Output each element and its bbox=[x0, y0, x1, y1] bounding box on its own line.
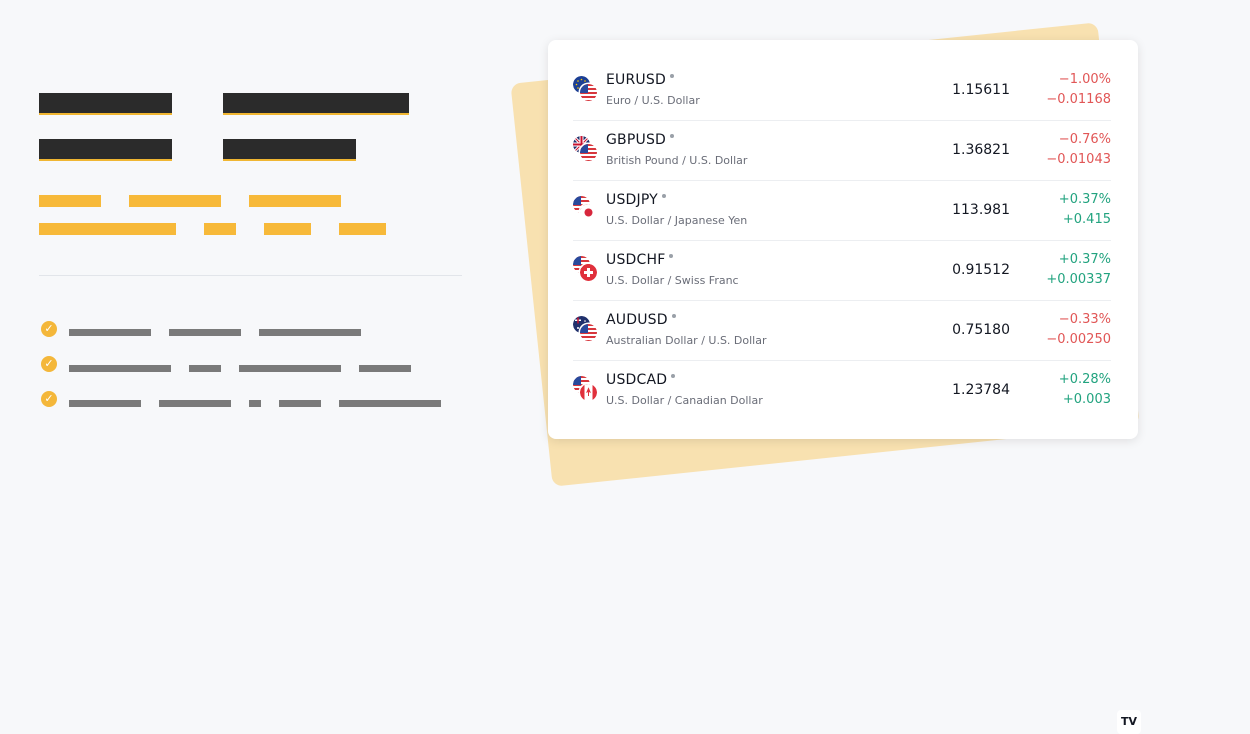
market-status-dot bbox=[671, 374, 676, 378]
redacted-list-text bbox=[259, 329, 361, 336]
market-status-dot bbox=[671, 314, 676, 318]
redacted-list-text bbox=[249, 400, 261, 407]
symbol-description: British Pound / U.S. Dollar bbox=[606, 154, 748, 167]
redacted-highlight-text bbox=[249, 195, 341, 207]
change-percent: +0.37% bbox=[1058, 252, 1111, 267]
symbol-ticker[interactable]: EURUSD bbox=[606, 72, 674, 88]
redacted-list-text bbox=[279, 400, 321, 407]
redacted-heading-block bbox=[39, 139, 172, 161]
redacted-highlight-text bbox=[39, 223, 176, 235]
redacted-list-text bbox=[339, 400, 441, 407]
symbol-ticker[interactable]: USDCAD bbox=[606, 372, 676, 388]
symbol-ticker[interactable]: USDCHF bbox=[606, 252, 674, 268]
market-status-dot bbox=[669, 74, 674, 78]
change-percent: +0.37% bbox=[1058, 192, 1111, 207]
quote-row[interactable]: AUDUSD Australian Dollar / U.S. Dollar 0… bbox=[573, 300, 1111, 361]
symbol-ticker[interactable]: USDJPY bbox=[606, 192, 666, 208]
section-divider bbox=[39, 275, 462, 276]
symbol-ticker[interactable]: GBPUSD bbox=[606, 132, 675, 148]
currency-pair-flags-icon bbox=[573, 136, 599, 166]
change-absolute: +0.003 bbox=[1062, 392, 1111, 407]
redacted-highlight-text bbox=[264, 223, 311, 235]
symbol-description: Australian Dollar / U.S. Dollar bbox=[606, 334, 767, 347]
tradingview-logo-icon[interactable]: TV bbox=[1117, 710, 1141, 734]
quote-row[interactable]: GBPUSD British Pound / U.S. Dollar 1.368… bbox=[573, 120, 1111, 181]
redacted-list-text bbox=[189, 365, 221, 372]
change-absolute: −0.01043 bbox=[1046, 152, 1111, 167]
change-absolute: −0.00250 bbox=[1046, 332, 1111, 347]
symbol-description: U.S. Dollar / Canadian Dollar bbox=[606, 394, 763, 407]
currency-pair-flags-icon bbox=[573, 196, 599, 226]
symbol-description: Euro / U.S. Dollar bbox=[606, 94, 700, 107]
change-percent: −0.33% bbox=[1058, 312, 1111, 327]
quote-row[interactable]: USDCHF U.S. Dollar / Swiss Franc 0.91512… bbox=[573, 240, 1111, 301]
redacted-heading-block bbox=[223, 93, 409, 115]
change-percent: +0.28% bbox=[1058, 372, 1111, 387]
currency-pair-flags-icon bbox=[573, 316, 599, 346]
checkmark-icon: ✓ bbox=[41, 356, 57, 372]
quote-row[interactable]: EURUSD Euro / U.S. Dollar 1.15611 −1.00%… bbox=[573, 60, 1111, 121]
redacted-list-text bbox=[69, 365, 171, 372]
redacted-list-text bbox=[359, 365, 411, 372]
change-absolute: +0.00337 bbox=[1046, 272, 1111, 287]
quote-row[interactable]: USDCAD U.S. Dollar / Canadian Dollar 1.2… bbox=[573, 360, 1141, 734]
redacted-highlight-text bbox=[129, 195, 221, 207]
symbol-description: U.S. Dollar / Japanese Yen bbox=[606, 214, 748, 227]
symbol-ticker[interactable]: AUDUSD bbox=[606, 312, 676, 328]
currency-pair-flags-icon bbox=[573, 256, 599, 286]
checkmark-icon: ✓ bbox=[41, 391, 57, 407]
symbol-description: U.S. Dollar / Swiss Franc bbox=[606, 274, 739, 287]
forex-quotes-widget: EURUSD Euro / U.S. Dollar 1.15611 −1.00%… bbox=[548, 40, 1141, 734]
currency-pair-flags-icon bbox=[573, 76, 599, 106]
market-status-dot bbox=[669, 254, 674, 258]
change-absolute: −0.01168 bbox=[1046, 92, 1111, 107]
change-percent: −1.00% bbox=[1058, 72, 1111, 87]
change-percent: −0.76% bbox=[1058, 132, 1111, 147]
quote-row[interactable]: USDJPY U.S. Dollar / Japanese Yen 113.98… bbox=[573, 180, 1111, 241]
market-status-dot bbox=[661, 194, 666, 198]
redacted-highlight-text bbox=[204, 223, 236, 235]
checkmark-icon: ✓ bbox=[41, 321, 57, 337]
redacted-heading-block bbox=[39, 93, 172, 115]
redacted-list-text bbox=[69, 400, 141, 407]
redacted-highlight-text bbox=[39, 195, 101, 207]
change-absolute: +0.415 bbox=[1062, 212, 1111, 227]
market-status-dot bbox=[670, 134, 675, 138]
redacted-list-text bbox=[239, 365, 341, 372]
redacted-list-text bbox=[69, 329, 151, 336]
redacted-heading-block bbox=[223, 139, 356, 161]
redacted-list-text bbox=[169, 329, 241, 336]
currency-pair-flags-icon bbox=[573, 376, 599, 406]
redacted-highlight-text bbox=[339, 223, 386, 235]
redacted-list-text bbox=[159, 400, 231, 407]
